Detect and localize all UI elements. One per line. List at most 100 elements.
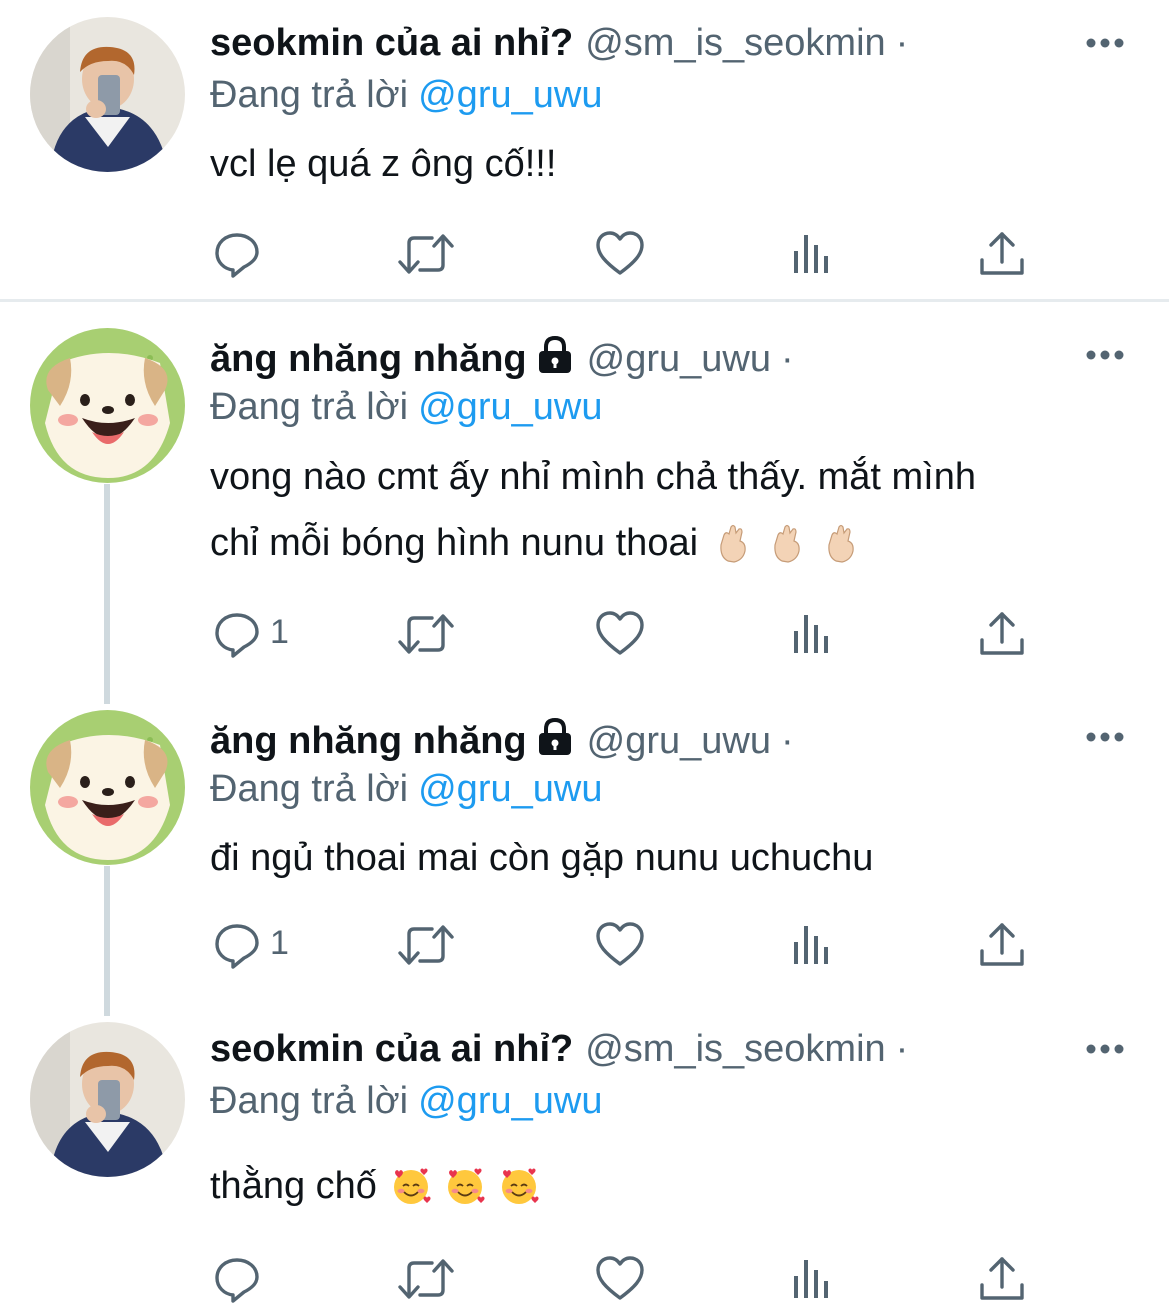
avatar[interactable] xyxy=(30,17,185,172)
share-icon xyxy=(977,609,1027,659)
more-options-icon[interactable] xyxy=(1086,1044,1124,1054)
smiling-face-with-hearts-emoji-icon xyxy=(445,1166,485,1206)
reply-count: 1 xyxy=(270,924,289,962)
tweet-text-line: vong nào cmt ấy nhỉ mình chả thấy. mắt m… xyxy=(210,456,977,498)
tweet-text: vcl lẹ quá z ông cố!!! xyxy=(210,131,1120,197)
handle[interactable]: @gru_uwu xyxy=(587,720,771,762)
tweet-text-line: vcl lẹ quá z ông cố!!! xyxy=(210,143,557,185)
tweet-text: thằng chố xyxy=(210,1153,1120,1219)
share-button[interactable] xyxy=(977,229,1027,279)
heart-icon xyxy=(595,609,645,659)
views-button[interactable] xyxy=(788,1254,838,1304)
replying-label: Đang trả lời xyxy=(210,386,409,428)
display-name[interactable]: ăng nhăng nhăng xyxy=(210,720,527,762)
reply-button[interactable]: 1 xyxy=(212,920,332,970)
crossed-fingers-emoji-icon xyxy=(770,523,806,563)
replying-handle-link[interactable]: @gru_uwu xyxy=(418,1080,602,1122)
action-bar xyxy=(210,1254,1040,1304)
reply-button[interactable] xyxy=(212,229,262,279)
tweet-text-segment: chỉ mỗi bóng hình nunu thoai xyxy=(210,522,699,564)
smiling-face-with-hearts-emoji-icon xyxy=(499,1166,539,1206)
views-button[interactable] xyxy=(788,229,838,279)
separator-dot: · xyxy=(895,22,909,64)
handle[interactable]: @sm_is_seokmin xyxy=(585,22,885,64)
tweet-header: seokmin của ai nhỉ? @sm_is_seokmin · xyxy=(210,1024,1019,1074)
retweet-icon xyxy=(396,229,456,279)
views-button[interactable] xyxy=(788,609,838,659)
share-button[interactable] xyxy=(977,920,1027,970)
tweet-text-line: chỉ mỗi bóng hình nunu thoai xyxy=(210,510,1120,576)
reply-button[interactable]: 1 xyxy=(212,609,332,659)
tweet-text-segment: thằng chố xyxy=(210,1165,377,1207)
heart-icon xyxy=(595,920,645,970)
reply-icon xyxy=(212,229,262,279)
reply-count: 1 xyxy=(270,613,289,651)
more-options-icon[interactable] xyxy=(1086,38,1124,48)
replying-label: Đang trả lời xyxy=(210,768,409,810)
reply-icon xyxy=(212,609,262,659)
replying-handle-link[interactable]: @gru_uwu xyxy=(418,74,602,116)
retweet-icon xyxy=(396,1254,456,1304)
share-button[interactable] xyxy=(977,609,1027,659)
crossed-fingers-emoji-icon xyxy=(716,523,752,563)
replying-to: Đang trả lời @gru_uwu xyxy=(210,382,602,432)
replying-to: Đang trả lời @gru_uwu xyxy=(210,1076,602,1126)
replying-handle-link[interactable]: @gru_uwu xyxy=(418,768,602,810)
heart-icon xyxy=(595,229,645,279)
share-button[interactable] xyxy=(977,1254,1027,1304)
tweet-text: vong nào cmt ấy nhỉ mình chả thấy. mắt m… xyxy=(210,444,1120,576)
share-icon xyxy=(977,229,1027,279)
tweet[interactable]: seokmin của ai nhỉ? @sm_is_seokmin · Đang … xyxy=(0,1010,1169,1316)
handle[interactable]: @gru_uwu xyxy=(587,338,771,380)
avatar[interactable] xyxy=(30,1022,185,1177)
more-options-icon[interactable] xyxy=(1086,732,1124,742)
lock-icon xyxy=(535,335,575,375)
bar-chart-icon xyxy=(788,1254,838,1304)
replying-handle-link[interactable]: @gru_uwu xyxy=(418,386,602,428)
display-name[interactable]: seokmin của ai nhỉ? xyxy=(210,22,573,64)
like-button[interactable] xyxy=(595,920,645,970)
bar-chart-icon xyxy=(788,229,838,279)
separator-dot: · xyxy=(780,338,794,380)
separator-dot: · xyxy=(780,720,794,762)
reply-icon xyxy=(212,920,262,970)
retweet-icon xyxy=(396,609,456,659)
retweet-button[interactable] xyxy=(396,609,456,659)
share-icon xyxy=(977,1254,1027,1304)
lock-icon xyxy=(535,717,575,757)
tweet[interactable]: ăng nhăng nhăng @gru_uwu · Đang trả lời @gr… xyxy=(0,692,1169,1010)
retweet-icon xyxy=(396,920,456,970)
display-name[interactable]: seokmin của ai nhỉ? xyxy=(210,1028,573,1070)
crossed-fingers-emoji-icon xyxy=(824,523,860,563)
replying-to: Đang trả lời @gru_uwu xyxy=(210,764,602,814)
action-bar: 1 xyxy=(210,609,1040,659)
like-button[interactable] xyxy=(595,1254,645,1304)
retweet-button[interactable] xyxy=(396,229,456,279)
replying-label: Đang trả lời xyxy=(210,1080,409,1122)
action-bar: 1 xyxy=(210,920,1040,970)
avatar[interactable] xyxy=(30,710,185,865)
bar-chart-icon xyxy=(788,920,838,970)
views-button[interactable] xyxy=(788,920,838,970)
tweet-text-line: đi ngủ thoai mai còn gặp nunu uchuchu xyxy=(210,837,874,879)
replying-to: Đang trả lời @gru_uwu xyxy=(210,70,602,120)
display-name[interactable]: ăng nhăng nhăng xyxy=(210,338,527,380)
reply-icon xyxy=(212,1254,262,1304)
more-options-icon[interactable] xyxy=(1086,350,1124,360)
tweet-text: đi ngủ thoai mai còn gặp nunu uchuchu xyxy=(210,825,1120,891)
like-button[interactable] xyxy=(595,229,645,279)
retweet-button[interactable] xyxy=(396,920,456,970)
bar-chart-icon xyxy=(788,609,838,659)
tweet-header: seokmin của ai nhỉ? @sm_is_seokmin · xyxy=(210,18,1019,68)
separator-dot: · xyxy=(895,1028,909,1070)
reply-button[interactable] xyxy=(212,1254,262,1304)
tweet[interactable]: seokmin của ai nhỉ? @sm_is_seokmin · Đang … xyxy=(0,0,1169,300)
handle[interactable]: @sm_is_seokmin xyxy=(585,1028,885,1070)
like-button[interactable] xyxy=(595,609,645,659)
replying-label: Đang trả lời xyxy=(210,74,409,116)
tweet[interactable]: ăng nhăng nhăng @gru_uwu · Đang trả lời @gr… xyxy=(0,302,1169,692)
retweet-button[interactable] xyxy=(396,1254,456,1304)
share-icon xyxy=(977,920,1027,970)
avatar[interactable] xyxy=(30,328,185,483)
tweet-text-line: thằng chố xyxy=(210,1153,1120,1219)
